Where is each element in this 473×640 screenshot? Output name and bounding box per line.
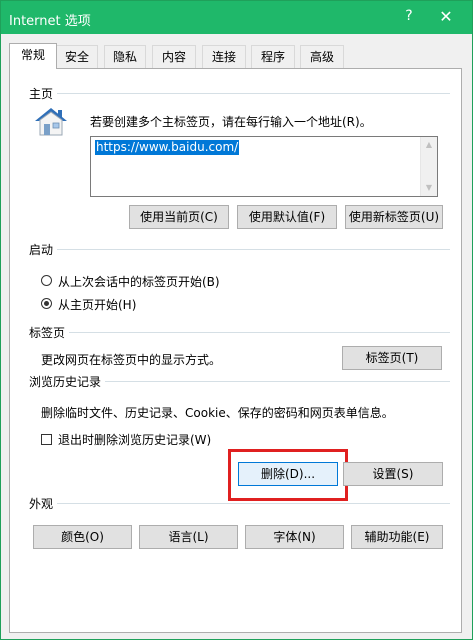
startup-group-title: 启动 bbox=[29, 241, 58, 258]
history-divider bbox=[102, 381, 450, 382]
appearance-divider bbox=[54, 503, 450, 504]
internet-options-window: Internet 选项 ? ✕ 常规 安全 隐私 内容 连接 程序 高级 主页 … bbox=[0, 0, 473, 640]
use-current-page-button[interactable]: 使用当前页(C) bbox=[129, 205, 229, 229]
scroll-down-arrow-icon[interactable]: ▼ bbox=[424, 184, 434, 192]
textarea-scrollbar[interactable]: ▲ ▼ bbox=[420, 137, 437, 196]
tabs-group-title: 标签页 bbox=[29, 324, 70, 341]
tab-advanced[interactable]: 高级 bbox=[300, 45, 344, 68]
close-button[interactable]: ✕ bbox=[433, 7, 459, 29]
window-title: Internet 选项 bbox=[9, 14, 91, 29]
use-default-button[interactable]: 使用默认值(F) bbox=[237, 205, 337, 229]
delete-on-exit-label[interactable]: 退出时删除浏览历史记录(W) bbox=[58, 431, 211, 448]
general-tab-panel: 主页 若要创建多个主标签页，请在每行输入一个地址(R)。 https://www… bbox=[9, 68, 462, 633]
tab-privacy[interactable]: 隐私 bbox=[104, 45, 146, 68]
delete-on-exit-checkbox[interactable] bbox=[41, 434, 52, 445]
tabs-description: 更改网页在标签页中的显示方式。 bbox=[41, 353, 222, 367]
homepage-description: 若要创建多个主标签页，请在每行输入一个地址(R)。 bbox=[90, 115, 372, 129]
startup-home-page-radio[interactable] bbox=[41, 298, 52, 309]
tab-programs[interactable]: 程序 bbox=[251, 45, 295, 68]
scroll-up-arrow-icon[interactable]: ▲ bbox=[424, 141, 434, 149]
startup-home-page-label[interactable]: 从主页开始(H) bbox=[58, 296, 136, 313]
languages-button[interactable]: 语言(L) bbox=[139, 525, 238, 549]
appearance-group-title: 外观 bbox=[29, 495, 58, 512]
title-bar[interactable]: Internet 选项 ? ✕ bbox=[1, 1, 472, 34]
tabs-divider bbox=[66, 332, 450, 333]
startup-last-session-label[interactable]: 从上次会话中的标签页开始(B) bbox=[58, 273, 220, 290]
home-icon bbox=[35, 108, 67, 136]
history-group-title: 浏览历史记录 bbox=[29, 373, 106, 390]
colors-button[interactable]: 颜色(O) bbox=[33, 525, 132, 549]
homepage-group-title: 主页 bbox=[29, 85, 58, 102]
fonts-button[interactable]: 字体(N) bbox=[245, 525, 344, 549]
homepage-divider bbox=[54, 93, 450, 94]
accessibility-button[interactable]: 辅助功能(E) bbox=[351, 525, 443, 549]
delete-history-button[interactable]: 删除(D)... bbox=[238, 462, 338, 486]
use-new-tab-button[interactable]: 使用新标签页(U) bbox=[345, 205, 443, 229]
homepage-url-textarea[interactable]: https://www.baidu.com/ ▲ ▼ bbox=[90, 136, 438, 197]
tabs-settings-button[interactable]: 标签页(T) bbox=[342, 346, 442, 370]
homepage-url-text: https://www.baidu.com/ bbox=[95, 140, 240, 155]
startup-divider bbox=[54, 249, 450, 250]
tab-content[interactable]: 内容 bbox=[152, 45, 196, 68]
tab-connections[interactable]: 连接 bbox=[202, 45, 246, 68]
tab-security[interactable]: 安全 bbox=[56, 45, 98, 68]
tab-general[interactable]: 常规 bbox=[9, 43, 57, 69]
startup-last-session-radio[interactable] bbox=[41, 275, 52, 286]
radio-selected-dot bbox=[44, 301, 49, 306]
history-description: 删除临时文件、历史记录、Cookie、保存的密码和网页表单信息。 bbox=[41, 406, 394, 420]
help-button[interactable]: ? bbox=[397, 8, 421, 28]
history-settings-button[interactable]: 设置(S) bbox=[343, 462, 443, 486]
